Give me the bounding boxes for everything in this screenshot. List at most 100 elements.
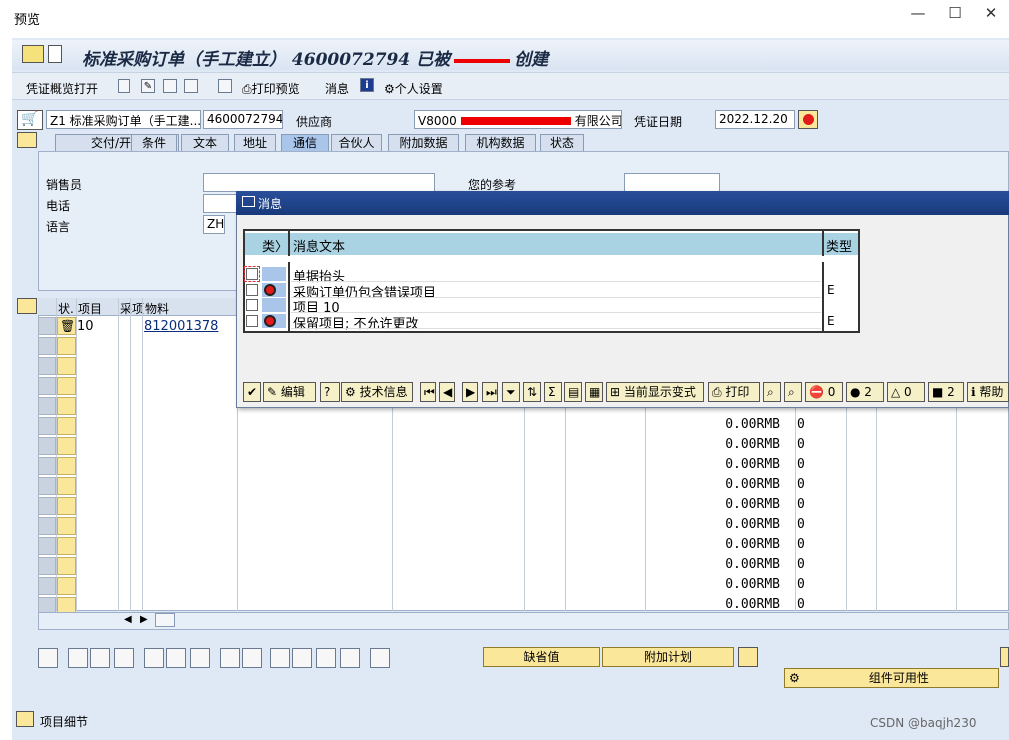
next-icon[interactable]: ▶ <box>462 382 478 402</box>
row-status-cell[interactable] <box>57 457 76 475</box>
row-selector[interactable] <box>38 497 56 515</box>
sort-icon[interactable]: ⇅ <box>523 382 541 402</box>
grid-scrollbar[interactable] <box>38 612 1009 630</box>
row-selector[interactable] <box>38 517 56 535</box>
row-selector[interactable] <box>38 357 56 375</box>
toolbar-icon-12[interactable] <box>340 648 360 668</box>
row-status-cell[interactable] <box>57 437 76 455</box>
edit-icon[interactable]: ✎ <box>141 79 155 93</box>
error-count[interactable]: ● 2 <box>846 382 884 402</box>
close-button[interactable]: ✕ <box>979 4 1003 22</box>
doc-type-select[interactable]: Z1 标准采购订单（手工建... <box>46 110 201 129</box>
row-selector[interactable] <box>38 317 56 335</box>
ref-field[interactable] <box>624 173 720 192</box>
row-status-cell[interactable] <box>57 497 76 515</box>
row-status-cell[interactable] <box>57 557 76 575</box>
export-icon[interactable]: ▤ <box>564 382 582 402</box>
toolbar-icon-7[interactable] <box>220 648 240 668</box>
first-icon[interactable]: ⏮ <box>420 382 436 402</box>
toolbar-icon-5[interactable] <box>166 648 186 668</box>
date-field[interactable]: 2022.12.20 <box>715 110 795 129</box>
other-doc-icon[interactable] <box>163 79 177 93</box>
filter-icon[interactable]: ⏷ <box>502 382 520 402</box>
row-status-cell[interactable] <box>57 357 76 375</box>
prev-icon[interactable]: ◀ <box>439 382 455 402</box>
current-variant-button[interactable]: ⊞ 当前显示变式 <box>606 382 704 402</box>
col-text-header[interactable]: 消息文本 <box>293 236 345 255</box>
toolbar-icon-13[interactable] <box>370 648 390 668</box>
toolbar-icon-11[interactable] <box>316 648 336 668</box>
minimize-button[interactable]: — <box>906 4 930 22</box>
row-selector[interactable] <box>38 417 56 435</box>
more-icon[interactable] <box>1000 647 1009 667</box>
row-status-cell[interactable] <box>57 577 76 595</box>
tab-4[interactable]: 通信 <box>281 134 329 151</box>
maximize-button[interactable]: ☐ <box>943 4 967 22</box>
status-light-icon[interactable] <box>798 110 818 129</box>
item-detail-icon[interactable] <box>16 711 34 727</box>
row-selector[interactable] <box>38 477 56 495</box>
toolbar-icon-4[interactable] <box>144 648 164 668</box>
toolbar-icon-6[interactable] <box>190 648 210 668</box>
tab-3[interactable]: 地址 <box>234 134 276 151</box>
tab-5[interactable]: 合伙人 <box>331 134 382 151</box>
col-type-header[interactable]: 类〉 <box>262 236 288 255</box>
toolbar-icon-10[interactable] <box>292 648 312 668</box>
row-status-cell[interactable] <box>57 397 76 415</box>
message-text[interactable]: 保留项目; 不允许更改 <box>293 313 419 332</box>
check-icon[interactable]: ✔ <box>243 382 261 402</box>
sales-field[interactable] <box>203 173 435 192</box>
additional-plan-button[interactable]: 附加计划 <box>602 647 734 667</box>
toolbar-icon-8[interactable] <box>242 648 262 668</box>
phone-field[interactable] <box>203 194 237 213</box>
po-number-field[interactable]: 4600072794 <box>203 110 283 129</box>
tab-1[interactable]: 条件 <box>131 134 177 151</box>
scroll-left-icon[interactable]: ◀ <box>124 614 132 625</box>
message-checkbox[interactable] <box>246 299 258 311</box>
print-preview-button[interactable]: ⎙打印预览 <box>242 80 300 97</box>
message-checkbox[interactable] <box>246 283 258 296</box>
items-toggle-icon[interactable] <box>17 298 37 314</box>
help-q-icon[interactable]: ? <box>320 382 340 402</box>
toolbar-icon-9[interactable] <box>270 648 290 668</box>
row-status-cell[interactable] <box>57 477 76 495</box>
item-detail-label[interactable]: 项目细节 <box>40 713 88 730</box>
language-field[interactable]: ZH <box>203 215 225 234</box>
tab-6[interactable]: 附加数据 <box>388 134 459 151</box>
edit-button[interactable]: ✎ 编辑 <box>263 382 316 402</box>
vendor-field[interactable]: V8000 有限公司 <box>414 110 622 129</box>
col-material[interactable]: 物料 <box>145 300 169 317</box>
col-status[interactable]: 状. <box>58 300 74 317</box>
personal-settings-button[interactable]: ⚙个人设置 <box>384 80 443 97</box>
row-selector[interactable] <box>38 337 56 355</box>
tech-info-button[interactable]: ⚙ 技术信息 <box>341 382 413 402</box>
material-link[interactable]: 812001378 <box>144 319 218 334</box>
last-icon[interactable]: ⏭ <box>482 382 498 402</box>
row-selector[interactable] <box>38 397 56 415</box>
stop-count[interactable]: ⛔ 0 <box>805 382 843 402</box>
message-checkbox[interactable] <box>246 314 258 327</box>
component-availability-button[interactable]: ⚙ 组件可用性 <box>784 668 999 688</box>
row-selector[interactable] <box>38 457 56 475</box>
print-icon[interactable] <box>218 79 232 93</box>
row-status-cell[interactable] <box>57 417 76 435</box>
scroll-right-icon[interactable]: ▶ <box>140 614 148 625</box>
header-toggle-icon[interactable] <box>17 132 37 148</box>
tab-2[interactable]: 文本 <box>181 134 229 151</box>
overview-button[interactable]: 凭证概览打开 <box>26 80 98 97</box>
tab-7[interactable]: 机构数据 <box>465 134 536 151</box>
toolbar-icon-0[interactable] <box>38 648 58 668</box>
row-selector[interactable] <box>38 557 56 575</box>
row-selector[interactable] <box>38 537 56 555</box>
layout-icon[interactable]: ▦ <box>585 382 603 402</box>
row-status-cell[interactable] <box>57 377 76 395</box>
find-next-icon[interactable]: ⌕ <box>784 382 802 402</box>
toolbar-icon-3[interactable] <box>114 648 134 668</box>
row-status-cell[interactable] <box>57 337 76 355</box>
org-icon[interactable] <box>184 79 198 93</box>
row-selector[interactable] <box>38 377 56 395</box>
info-icon[interactable]: i <box>360 78 374 92</box>
warning-count[interactable]: △ 0 <box>887 382 925 402</box>
plan-icon[interactable] <box>738 647 758 667</box>
toolbar-icon-2[interactable] <box>90 648 110 668</box>
